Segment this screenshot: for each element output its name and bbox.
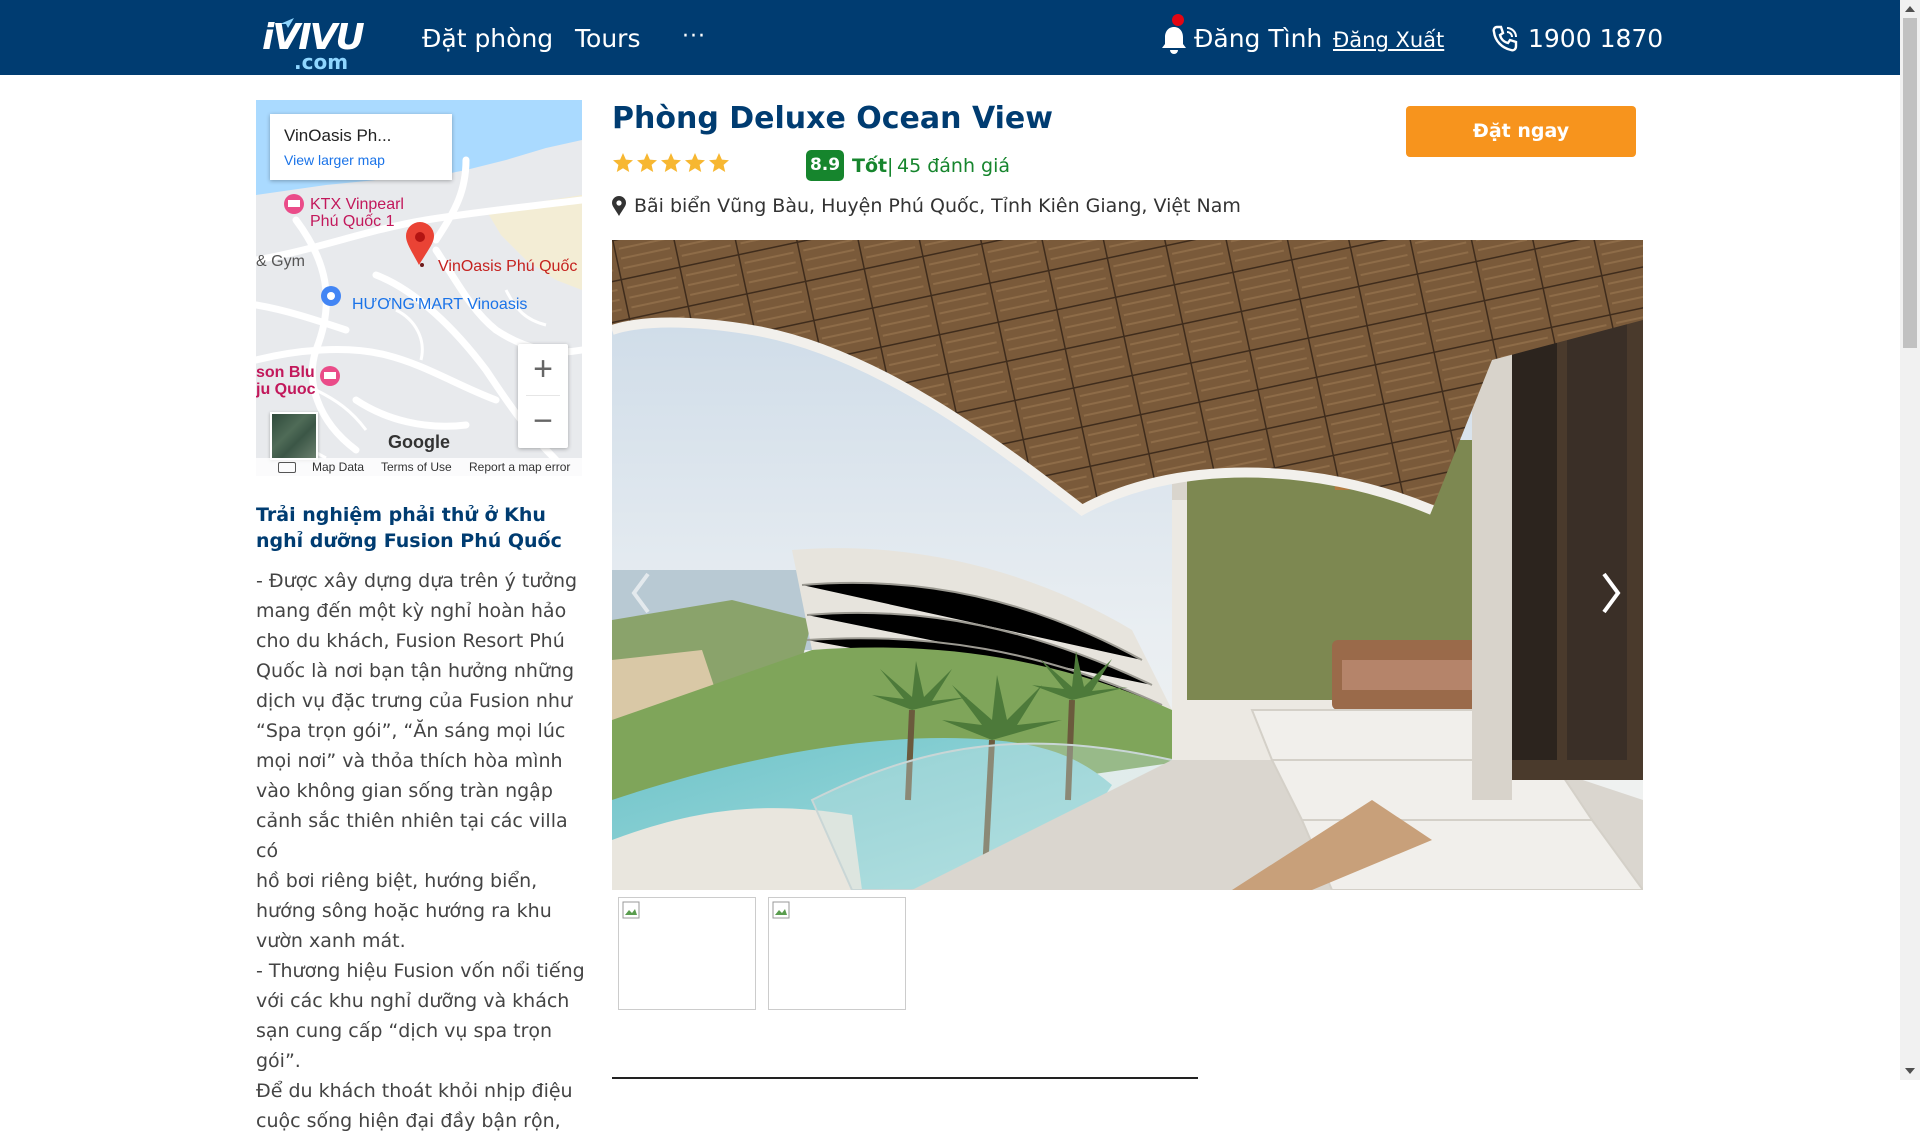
map-label-ktx[interactable]: KTX Vinpearl [310,196,404,213]
room-title: Phòng Deluxe Ocean View [612,101,1053,136]
hotel-address: Bãi biển Vũng Bàu, Huyện Phú Quốc, Tỉnh … [634,195,1241,217]
bell-icon[interactable] [1160,24,1188,54]
map-label-son-blu[interactable]: son Blu [256,364,315,381]
photo-prev-arrow[interactable] [626,568,656,618]
ivivu-logo[interactable]: iVIVU .com [258,16,365,74]
star-icon [661,153,681,172]
nav-dat-phong[interactable]: Đặt phòng [422,22,553,56]
zoom-in-button[interactable]: + [518,344,568,394]
nav-more-menu[interactable]: ··· [682,22,706,52]
logo-domain: .com [294,50,349,74]
terms-of-use-link[interactable]: Terms of Use [381,460,452,474]
top-navbar: iVIVU .com Đặt phòng Tours ··· Đăng Tình… [0,0,1920,75]
photo-next-arrow[interactable] [1596,568,1626,618]
scroll-down-arrow[interactable] [1905,1068,1915,1074]
score-separator: | [887,155,894,177]
satellite-toggle[interactable] [270,412,318,460]
star-icon [613,153,633,172]
nav-tours[interactable]: Tours [575,22,640,56]
map-label-son-blu-line2[interactable]: ju Quoc [256,381,316,398]
map-footer: Map Data Terms of Use Report a map error [256,458,582,476]
scrollbar-thumb[interactable] [1903,18,1917,348]
scroll-up-arrow[interactable] [1905,6,1915,12]
review-count-link[interactable]: 45 đánh giá [897,153,1010,179]
experience-description: - Được xây dựng dựa trên ý tưởng mang đế… [256,570,585,1132]
map-label-mart[interactable]: HƯƠNG'MART Vinoasis [352,296,527,313]
phone-icon [1492,25,1518,52]
hotline-number[interactable]: 1900 1870 [1528,22,1663,56]
review-score-label: Tốt [852,155,888,177]
map-zoom-controls: + − [518,344,568,448]
star-icon [685,153,705,172]
map-data-link[interactable]: Map Data [312,460,364,474]
room-photo[interactable] [612,240,1643,890]
room-photo-image [612,240,1643,890]
map-label-hotel[interactable]: VinOasis Phú Quốc [438,258,577,275]
google-logo: Google [388,432,450,452]
book-now-button[interactable]: Đặt ngay [1406,106,1636,157]
photo-thumbnail-2[interactable] [768,897,906,1010]
review-score-badge: 8.9 [806,150,844,181]
location-map[interactable]: VinOasis Ph... View larger map KTX Vinpe… [256,100,582,476]
photo-thumbnail-1[interactable] [618,897,756,1010]
map-label-gym[interactable]: & Gym [256,253,305,270]
location-pin-icon [612,196,626,216]
map-place-card: VinOasis Ph... View larger map [270,114,452,180]
star-icon [709,153,729,172]
keyboard-icon[interactable] [278,462,296,473]
zoom-out-button[interactable]: − [518,396,568,446]
star-rating [612,152,732,178]
experience-heading: Trải nghiệm phải thử ở Khu nghỉ dưỡng Fu… [256,504,562,552]
logout-link[interactable]: Đăng Xuất [1333,26,1444,54]
section-divider [612,1077,1198,1079]
notification-dot [1172,14,1184,26]
broken-image-icon [772,901,790,919]
map-place-title: VinOasis Ph... [284,126,392,145]
view-larger-map-link[interactable]: View larger map [284,152,385,168]
star-icon [637,153,657,172]
map-label-ktx-line2[interactable]: Phú Quốc 1 [310,213,395,230]
broken-image-icon [622,901,640,919]
user-name[interactable]: Đăng Tình [1194,22,1322,56]
page-scrollbar[interactable] [1900,0,1920,1080]
report-map-error-link[interactable]: Report a map error [469,460,570,474]
